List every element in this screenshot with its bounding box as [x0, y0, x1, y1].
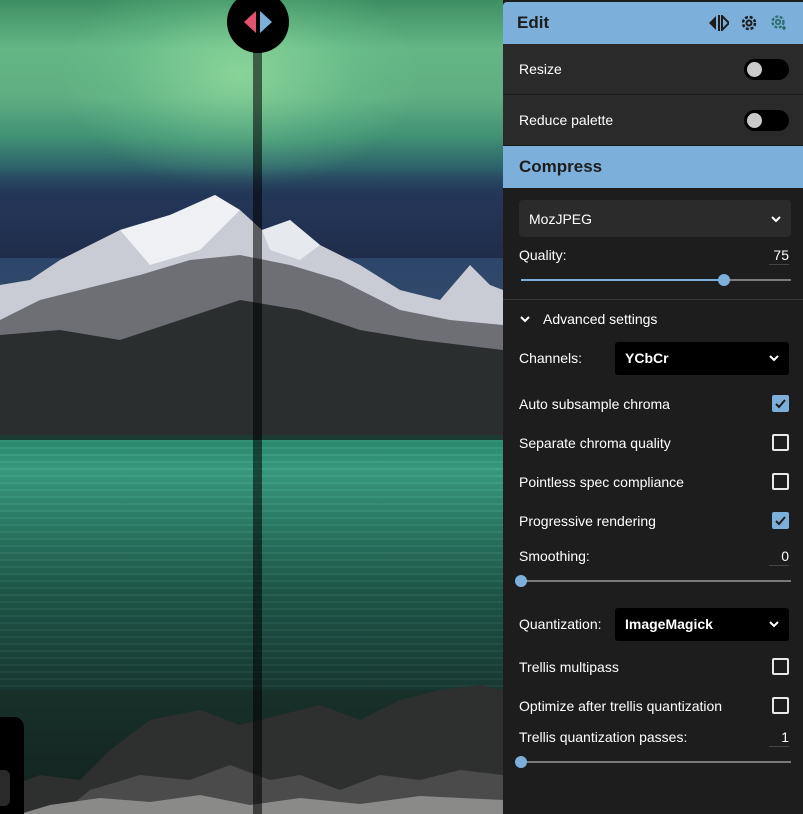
reduce-palette-row[interactable]: Reduce palette — [503, 95, 803, 146]
optimize-after-trellis-checkbox[interactable] — [772, 697, 789, 714]
auto-subsample-chroma-label: Auto subsample chroma — [519, 395, 670, 412]
quality-label: Quality: — [519, 247, 567, 263]
edit-title: Edit — [517, 13, 550, 32]
chevron-down-icon — [769, 355, 779, 362]
quality-value[interactable]: 75 — [769, 247, 789, 265]
check-row[interactable]: Pointless spec compliance — [503, 462, 803, 501]
gear-icon[interactable] — [739, 13, 759, 33]
channels-value: YCbCr — [625, 350, 669, 366]
trellis-multipass-label: Trellis multipass — [519, 658, 619, 675]
channels-label: Channels: — [519, 350, 583, 366]
quantization-row: Quantization: ImageMagick — [503, 604, 803, 644]
smoothing-value[interactable]: 0 — [769, 548, 789, 566]
quality-slider-thumb[interactable] — [717, 274, 730, 286]
chevron-down-icon — [769, 621, 779, 628]
image-preview[interactable] — [0, 0, 503, 814]
check-row[interactable]: Optimize after trellis quantization — [503, 686, 803, 725]
quantization-value: ImageMagick — [625, 616, 713, 632]
left-arrow-icon — [244, 11, 256, 33]
quality-slider-row: Quality: 75 — [503, 247, 803, 287]
quantization-label: Quantization: — [519, 616, 602, 632]
zoom-button[interactable] — [0, 770, 10, 806]
lake-water — [0, 440, 503, 690]
smoothing-slider-thumb[interactable] — [515, 575, 527, 587]
smoothing-slider[interactable] — [515, 574, 791, 588]
channels-row: Channels: YCbCr — [503, 338, 803, 378]
encoder-select[interactable]: MozJPEG — [519, 200, 791, 237]
optimize-after-trellis-label: Optimize after trellis quantization — [519, 697, 723, 714]
gear-copy-icon[interactable] — [769, 13, 789, 33]
resize-label: Resize — [519, 61, 562, 77]
resize-toggle[interactable] — [744, 58, 789, 80]
check-row[interactable]: Separate chroma quality — [503, 423, 803, 462]
mountain-range — [0, 195, 503, 445]
progressive-rendering-checkbox[interactable] — [772, 512, 789, 529]
progressive-rendering-label: Progressive rendering — [519, 512, 656, 529]
trellis-passes-slider-thumb[interactable] — [515, 756, 527, 768]
pointless-spec-compliance-checkbox[interactable] — [772, 473, 789, 490]
encoder-value: MozJPEG — [529, 210, 593, 227]
resize-row[interactable]: Resize — [503, 44, 803, 95]
trellis-passes-value[interactable]: 1 — [769, 729, 789, 747]
smoothing-label: Smoothing: — [519, 548, 590, 564]
trellis-passes-slider-row: Trellis quantization passes: 1 — [503, 729, 803, 769]
advanced-settings-label: Advanced settings — [543, 311, 658, 327]
advanced-settings-toggle[interactable]: Advanced settings — [503, 300, 803, 338]
quantization-select[interactable]: ImageMagick — [615, 607, 789, 641]
trellis-multipass-checkbox[interactable] — [772, 658, 789, 675]
trellis-passes-label: Trellis quantization passes: — [519, 729, 688, 745]
options-panel: Edit Resize Reduce palette Compress MozJ… — [503, 0, 803, 814]
reduce-palette-label: Reduce palette — [519, 112, 614, 128]
compress-header: Compress — [503, 146, 803, 188]
edit-header[interactable]: Edit — [503, 2, 803, 44]
split-arrows-icon[interactable] — [709, 13, 729, 33]
smoothing-slider-row: Smoothing: 0 — [503, 548, 803, 588]
reduce-palette-toggle[interactable] — [744, 109, 789, 131]
check-row[interactable]: Progressive rendering — [503, 501, 803, 540]
split-divider[interactable] — [253, 0, 262, 814]
foreground-rocks — [0, 685, 503, 814]
quality-slider[interactable] — [521, 273, 791, 287]
chevron-down-icon — [520, 316, 530, 323]
auto-subsample-chroma-checkbox[interactable] — [772, 395, 789, 412]
channels-select[interactable]: YCbCr — [615, 341, 789, 375]
right-arrow-icon — [260, 11, 272, 33]
separate-chroma-quality-checkbox[interactable] — [772, 434, 789, 451]
header-icons — [709, 13, 789, 33]
check-row[interactable]: Trellis multipass — [503, 647, 803, 686]
pointless-spec-compliance-label: Pointless spec compliance — [519, 473, 684, 490]
separate-chroma-quality-label: Separate chroma quality — [519, 434, 671, 451]
check-row[interactable]: Auto subsample chroma — [503, 384, 803, 423]
chevron-down-icon — [771, 215, 781, 222]
trellis-passes-slider[interactable] — [515, 755, 791, 769]
